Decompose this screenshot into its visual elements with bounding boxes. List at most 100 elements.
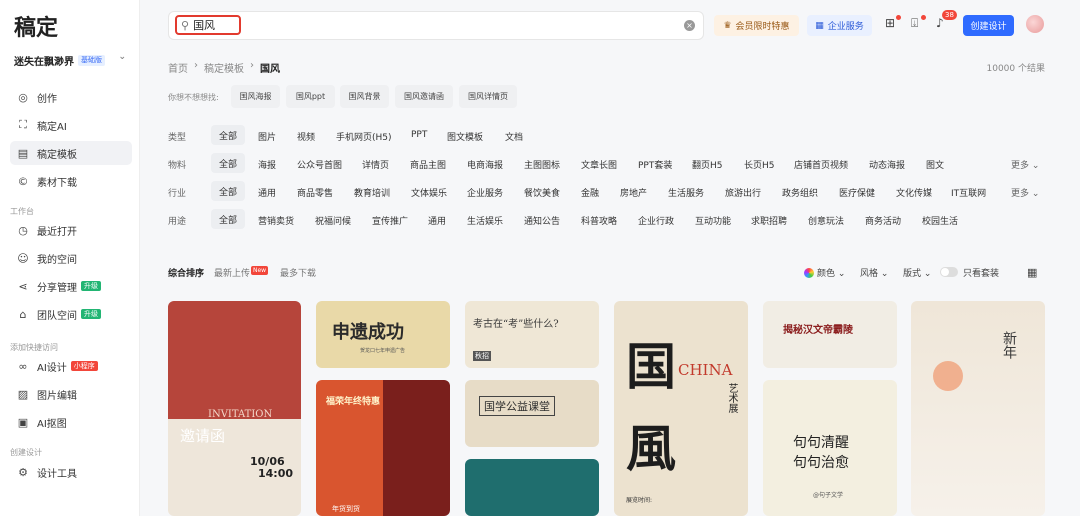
filter-option[interactable]: 互动功能 — [695, 214, 731, 227]
filter-option[interactable]: 生活娱乐 — [467, 214, 503, 227]
filter-option[interactable]: 动态海报 — [869, 158, 905, 171]
nav-gaoding-ai[interactable]: ⛶ 稿定AI — [10, 113, 132, 137]
template-card[interactable]: 揭秘汉文帝霸陵 — [763, 301, 897, 368]
filter-option[interactable]: 长页H5 — [744, 158, 775, 171]
filter-option-all[interactable]: 全部 — [211, 153, 245, 173]
template-card[interactable] — [465, 459, 599, 516]
filter-option[interactable]: PPT — [411, 130, 427, 140]
filter-option-all[interactable]: 全部 — [211, 209, 245, 229]
nav-ai-cutout[interactable]: ▣ AI抠图 — [10, 410, 132, 434]
template-card[interactable]: 国 風 CHINA 艺术展 展览时间: — [614, 301, 748, 516]
vip-offer-button[interactable]: ♛ 会员限时特惠 — [714, 15, 799, 36]
app-logo[interactable]: 稿定 — [14, 10, 58, 42]
filter-option[interactable]: 电商海报 — [467, 158, 503, 171]
filter-option[interactable]: 店铺首页视频 — [794, 158, 848, 171]
layout-filter[interactable]: 版式 ⌄ — [903, 266, 931, 279]
filter-option[interactable]: 文体娱乐 — [411, 186, 447, 199]
search-input[interactable]: ⚲ 国风 — [175, 15, 241, 35]
filter-option[interactable]: 图文 — [926, 158, 944, 171]
nav-templates[interactable]: ▤ 稿定模板 — [10, 141, 132, 165]
filter-option[interactable]: 手机网页(H5) — [336, 130, 392, 143]
download-icon[interactable]: ⍗ — [911, 16, 918, 31]
suggest-chip[interactable]: 国风邀请函 — [395, 85, 453, 108]
apps-grid-icon[interactable]: ⊞ — [885, 16, 895, 30]
suggest-chip[interactable]: 国风ppt — [286, 85, 335, 108]
nav-ai-design[interactable]: ∞ AI设计 小程序 — [10, 354, 132, 378]
template-card[interactable]: 考古在“考”些什么? 秋招 — [465, 301, 599, 368]
sort-default[interactable]: 综合排序 — [168, 266, 204, 279]
filter-option[interactable]: 主图图标 — [524, 158, 560, 171]
enterprise-button[interactable]: ▦ 企业服务 — [807, 15, 872, 36]
filter-option[interactable]: 企业行政 — [638, 214, 674, 227]
filter-option[interactable]: 祝福问候 — [315, 214, 351, 227]
filter-option[interactable]: 翻页H5 — [692, 158, 723, 171]
clear-icon[interactable]: × — [684, 20, 695, 31]
nav-assets[interactable]: © 素材下载 — [10, 169, 132, 193]
filter-option[interactable]: 通知公告 — [524, 214, 560, 227]
nav-create[interactable]: ◎ 创作 — [10, 85, 132, 109]
filter-option[interactable]: 详情页 — [362, 158, 389, 171]
sort-downloads[interactable]: 最多下载 — [280, 266, 316, 279]
grid-view-icon[interactable]: ▦ — [1027, 266, 1037, 279]
filter-option[interactable]: 通用 — [258, 186, 276, 199]
filter-option-all[interactable]: 全部 — [211, 125, 245, 145]
template-card[interactable]: 国学公益课堂 — [465, 380, 599, 447]
filter-option[interactable]: 金融 — [581, 186, 599, 199]
nav-share[interactable]: ⋖ 分享管理 升级 — [10, 274, 132, 298]
crumb-templates[interactable]: 稿定模板 — [204, 60, 244, 75]
more-industry[interactable]: 更多 ⌄ — [1011, 186, 1039, 199]
template-card[interactable]: 新年 — [911, 301, 1045, 516]
filter-option[interactable]: 政务组织 — [782, 186, 818, 199]
members-only-toggle[interactable] — [940, 267, 958, 277]
nav-my-space[interactable]: ☺ 我的空间 — [10, 246, 132, 270]
filter-option-all[interactable]: 全部 — [211, 181, 245, 201]
nav-team[interactable]: ⌂ 团队空间 升级 — [10, 302, 132, 326]
suggest-chip[interactable]: 国风海报 — [231, 85, 280, 108]
filter-option[interactable]: 通用 — [428, 214, 446, 227]
filter-option[interactable]: 商品零售 — [297, 186, 333, 199]
sort-newest[interactable]: 最新上传 — [214, 266, 250, 279]
filter-option[interactable]: 文化传媒 — [896, 186, 932, 199]
template-card[interactable]: 福荣年终特惠 年货到货 — [316, 380, 450, 516]
user-switcher[interactable]: 迷失在飘渺界 基础版 ⌄ — [14, 52, 132, 68]
nav-design-tools[interactable]: ⚙ 设计工具 — [10, 460, 132, 484]
search-bar[interactable]: ⚲ 国风 × — [168, 11, 704, 40]
filter-option[interactable]: PPT套装 — [638, 158, 672, 171]
template-card[interactable]: 申遗成功 贺龙口七年申遗广告 — [316, 301, 450, 368]
filter-option[interactable]: 图文模板 — [447, 130, 483, 143]
nav-recent[interactable]: ◷ 最近打开 — [10, 218, 132, 242]
crumb-home[interactable]: 首页 — [168, 60, 188, 75]
filter-option[interactable]: 海报 — [258, 158, 276, 171]
template-card[interactable]: 邀请函 INVITATION 10/06 14:00 — [168, 301, 301, 516]
filter-option[interactable]: 文章长图 — [581, 158, 617, 171]
filter-option[interactable]: 公众号首图 — [297, 158, 342, 171]
style-filter[interactable]: 风格 ⌄ — [860, 266, 888, 279]
filter-option[interactable]: 旅游出行 — [725, 186, 761, 199]
filter-option[interactable]: 教育培训 — [354, 186, 390, 199]
filter-option[interactable]: 校园生活 — [922, 214, 958, 227]
filter-option[interactable]: 餐饮美食 — [524, 186, 560, 199]
suggest-chip[interactable]: 国风详情页 — [459, 85, 517, 108]
filter-option[interactable]: 商务活动 — [865, 214, 901, 227]
filter-option[interactable]: 生活服务 — [668, 186, 704, 199]
filter-option[interactable]: 科普攻略 — [581, 214, 617, 227]
filter-option[interactable]: 医疗保健 — [839, 186, 875, 199]
filter-option[interactable]: 房地产 — [620, 186, 647, 199]
filter-option[interactable]: 创意玩法 — [808, 214, 844, 227]
filter-option[interactable]: 宣传推广 — [372, 214, 408, 227]
create-design-button[interactable]: 创建设计 — [963, 15, 1014, 36]
filter-option[interactable]: 企业服务 — [467, 186, 503, 199]
filter-option[interactable]: 求职招聘 — [751, 214, 787, 227]
color-filter[interactable]: 颜色 ⌄ — [817, 266, 845, 279]
suggest-chip[interactable]: 国风背景 — [340, 85, 389, 108]
filter-option[interactable]: 商品主图 — [410, 158, 446, 171]
nav-image-edit[interactable]: ▨ 图片编辑 — [10, 382, 132, 406]
template-card[interactable]: 句句清醒 句句治愈 @句子文学 — [763, 380, 897, 516]
more-material[interactable]: 更多 ⌄ — [1011, 158, 1039, 171]
avatar[interactable] — [1026, 15, 1044, 33]
filter-option[interactable]: 视频 — [297, 130, 315, 143]
filter-option[interactable]: 文档 — [505, 130, 523, 143]
filter-option[interactable]: 图片 — [258, 130, 276, 143]
filter-option[interactable]: 营销卖货 — [258, 214, 294, 227]
filter-option[interactable]: IT互联网 — [951, 186, 986, 199]
